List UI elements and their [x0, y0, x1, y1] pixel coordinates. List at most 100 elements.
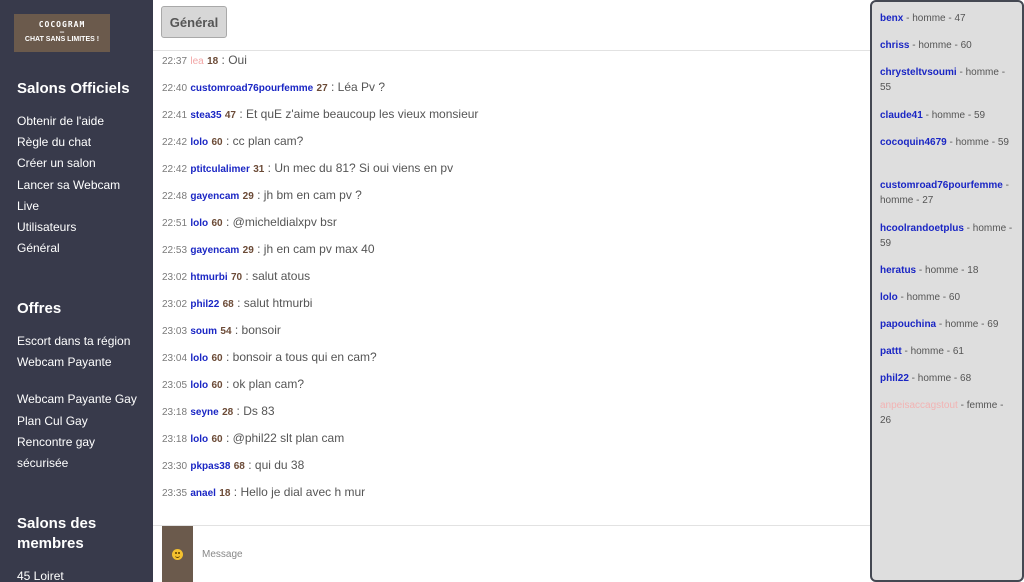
user-list[interactable]: benx - homme - 47 chriss - homme - 60 chry…	[870, 0, 1024, 582]
message-input[interactable]	[197, 540, 797, 568]
user-name[interactable]: chrysteltvsoumi	[880, 67, 957, 78]
message-age: 27	[316, 83, 328, 94]
message-age: 60	[211, 218, 223, 229]
user-name[interactable]: anpeisaccagstout	[880, 400, 958, 411]
message-username[interactable]: anael	[190, 488, 216, 499]
message-separator: :	[253, 188, 264, 202]
tab-general[interactable]: Général	[161, 6, 227, 38]
message-username[interactable]: pkpas38	[190, 461, 230, 472]
user-list-item[interactable]: anpeisaccagstout - femme - 26	[880, 398, 1016, 428]
sidebar-item-webcam-payante-gay[interactable]: Webcam Payante Gay	[17, 392, 137, 407]
message-time: 23:18	[162, 434, 188, 445]
message-text: Léa Pv ?	[337, 80, 386, 94]
sidebar-item-webcam[interactable]: Lancer sa Webcam	[17, 178, 120, 193]
message-time: 23:18	[162, 407, 188, 418]
user-list-item[interactable]: papouchina - homme - 69	[880, 317, 1016, 332]
user-list-item[interactable]: claude41 - homme - 59	[880, 108, 1016, 123]
message-username[interactable]: customroad76pourfemme	[190, 83, 313, 94]
message-text: jh bm en cam pv ?	[263, 188, 362, 202]
user-list-item[interactable]: pattt - homme - 61	[880, 344, 1016, 359]
message-text: Et quE z'aime beaucoup les vieux monsieu…	[246, 107, 479, 121]
message-username[interactable]: lolo	[190, 434, 208, 445]
message-username[interactable]: htmurbi	[190, 272, 227, 283]
user-name[interactable]: cocoquin4679	[880, 137, 947, 148]
user-name[interactable]: papouchina	[880, 319, 936, 330]
message-username[interactable]: soum	[190, 326, 217, 337]
user-list-item[interactable]: phil22 - homme - 68	[880, 371, 1016, 386]
user-list-item[interactable]: hcoolrandoetplus - homme - 59	[880, 221, 1016, 251]
message-username[interactable]: gayencam	[190, 191, 239, 202]
user-list-item[interactable]: lolo - homme - 60	[880, 290, 1016, 305]
user-age: 59	[880, 238, 892, 249]
emoji-button[interactable]	[162, 526, 193, 582]
message-row: 23:18 lolo 60 : @phil22 slt plan cam	[162, 431, 344, 447]
message-username[interactable]: lolo	[190, 137, 208, 148]
message-list[interactable]: 22:37 lea 18 : Oui 22:40 customroad76pour…	[153, 51, 870, 525]
logo[interactable]: COCOGRAM – CHAT SANS LIMITES !	[14, 14, 110, 52]
user-name[interactable]: hcoolrandoetplus	[880, 223, 964, 234]
sidebar-item-securisee[interactable]: sécurisée	[17, 456, 68, 471]
sidebar-item-general[interactable]: Général	[17, 241, 60, 256]
logo-tagline: CHAT SANS LIMITES !	[24, 36, 100, 43]
user-name[interactable]: customroad76pourfemme	[880, 180, 1003, 191]
sidebar-item-45-loiret[interactable]: 45 Loiret	[17, 569, 64, 582]
sidebar: COCOGRAM – CHAT SANS LIMITES ! Salons Of…	[0, 0, 153, 582]
message-time: 22:40	[162, 83, 188, 94]
message-separator: :	[233, 296, 244, 310]
sidebar-item-live[interactable]: Live	[17, 199, 39, 214]
user-gender: homme	[910, 346, 944, 357]
user-name[interactable]: heratus	[880, 265, 916, 276]
message-row: 22:51 lolo 60 : @micheldialxpv bsr	[162, 215, 337, 231]
user-gender: homme	[972, 223, 1007, 234]
user-list-item[interactable]: customroad76pourfemme - homme - 27	[880, 178, 1016, 208]
message-username[interactable]: lolo	[190, 218, 208, 229]
message-username[interactable]: stea35	[190, 110, 221, 121]
message-username[interactable]: gayencam	[190, 245, 239, 256]
user-name[interactable]: benx	[880, 13, 903, 24]
message-time: 22:53	[162, 245, 188, 256]
message-username[interactable]: seyne	[190, 407, 218, 418]
user-list-item[interactable]: heratus - homme - 18	[880, 263, 1016, 278]
message-age: 18	[219, 488, 231, 499]
user-name[interactable]: pattt	[880, 346, 902, 357]
sidebar-item-rencontre-gay[interactable]: Rencontre gay	[17, 435, 95, 450]
message-time: 22:42	[162, 137, 188, 148]
message-username[interactable]: lolo	[190, 353, 208, 364]
user-list-item[interactable]: chriss - homme - 60	[880, 38, 1016, 53]
message-row: 22:37 lea 18 : Oui	[162, 53, 247, 69]
message-age: 70	[230, 272, 243, 283]
message-time: 23:02	[162, 272, 188, 283]
message-separator: :	[231, 323, 242, 337]
sidebar-item-creer-salon[interactable]: Créer un salon	[17, 156, 96, 171]
message-separator: :	[230, 485, 241, 499]
section-title-salons-officiels: Salons Officiels	[17, 80, 130, 97]
sidebar-item-aide[interactable]: Obtenir de l'aide	[17, 114, 104, 129]
message-time: 23:02	[162, 299, 188, 310]
message-username[interactable]: phil22	[190, 299, 219, 310]
sidebar-item-webcam-payante[interactable]: Webcam Payante	[17, 355, 112, 370]
sidebar-item-escort[interactable]: Escort dans ta région	[17, 334, 130, 349]
message-separator: :	[244, 458, 255, 472]
message-separator: :	[222, 134, 233, 148]
user-list-item[interactable]: benx - homme - 47	[880, 11, 1016, 26]
room-tabs-bar: Général	[153, 0, 870, 51]
message-username[interactable]: lolo	[190, 380, 208, 391]
user-name[interactable]: lolo	[880, 292, 898, 303]
sidebar-item-plan-cul-gay[interactable]: Plan Cul Gay	[17, 414, 88, 429]
user-name[interactable]: chriss	[880, 40, 909, 51]
message-username[interactable]: lea	[190, 56, 203, 67]
user-age: 55	[880, 82, 892, 93]
message-age: 29	[242, 245, 254, 256]
message-text: bonsoir a tous qui en cam?	[232, 350, 377, 364]
message-age: 60	[211, 434, 223, 445]
user-name[interactable]: phil22	[880, 373, 909, 384]
user-list-item[interactable]: chrysteltvsoumi - homme - 55	[880, 65, 1016, 95]
sidebar-item-utilisateurs[interactable]: Utilisateurs	[17, 220, 76, 235]
sidebar-item-regle[interactable]: Règle du chat	[17, 135, 91, 150]
message-age: 68	[222, 299, 234, 310]
message-time: 22:42	[162, 164, 188, 175]
user-name[interactable]: claude41	[880, 110, 923, 121]
message-username[interactable]: ptitculalimer	[190, 164, 249, 175]
message-separator: :	[222, 431, 233, 445]
user-list-item[interactable]: cocoquin4679 - homme - 59	[880, 135, 1016, 150]
